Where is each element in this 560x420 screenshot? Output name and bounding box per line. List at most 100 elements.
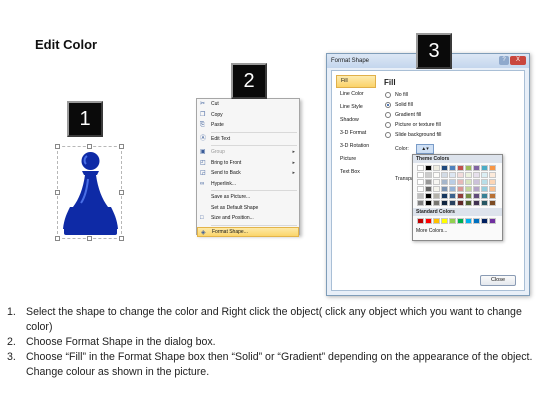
color-swatch[interactable]: [473, 218, 480, 224]
color-swatch[interactable]: [457, 165, 464, 171]
radio-slide-background-fill[interactable]: Slide background fill: [382, 130, 520, 140]
nav-item-3-d-format[interactable]: 3-D Format: [336, 127, 376, 140]
color-swatch[interactable]: [425, 172, 432, 178]
color-swatch[interactable]: [441, 172, 448, 178]
nav-item-fill[interactable]: Fill: [336, 75, 376, 88]
menu-item-edit-text[interactable]: Ⓐ Edit Text: [197, 134, 299, 145]
nav-item-line-style[interactable]: Line Style: [336, 101, 376, 114]
menu-item-send-to-back[interactable]: ◲ Send to Back ▸: [197, 168, 299, 179]
color-swatch[interactable]: [441, 165, 448, 171]
color-swatch[interactable]: [433, 193, 440, 199]
color-swatch[interactable]: [433, 179, 440, 185]
close-button[interactable]: Close: [480, 275, 516, 286]
color-swatch[interactable]: [473, 193, 480, 199]
color-swatch[interactable]: [425, 165, 432, 171]
nav-item-picture[interactable]: Picture: [336, 153, 376, 166]
radio-solid-fill[interactable]: Solid fill: [382, 100, 520, 110]
color-swatch[interactable]: [417, 193, 424, 199]
color-swatch[interactable]: [489, 186, 496, 192]
color-swatch[interactable]: [457, 218, 464, 224]
color-swatch[interactable]: [425, 193, 432, 199]
color-swatch[interactable]: [465, 186, 472, 192]
color-swatch[interactable]: [465, 193, 472, 199]
color-swatch[interactable]: [433, 186, 440, 192]
radio-icon[interactable]: [385, 132, 391, 138]
menu-item-paste[interactable]: ⎘ Paste: [197, 120, 299, 131]
color-picker-button[interactable]: ▲▾: [416, 144, 434, 154]
color-swatch[interactable]: [425, 200, 432, 206]
color-swatch[interactable]: [489, 172, 496, 178]
nav-item-line-color[interactable]: Line Color: [336, 88, 376, 101]
color-swatch[interactable]: [481, 179, 488, 185]
nav-item-shadow[interactable]: Shadow: [336, 114, 376, 127]
color-swatch[interactable]: [441, 179, 448, 185]
color-swatch[interactable]: [417, 186, 424, 192]
color-swatch[interactable]: [489, 179, 496, 185]
color-swatch[interactable]: [441, 200, 448, 206]
color-swatch[interactable]: [457, 179, 464, 185]
color-swatch[interactable]: [489, 165, 496, 171]
color-swatch[interactable]: [449, 179, 456, 185]
color-swatch[interactable]: [481, 165, 488, 171]
radio-icon[interactable]: [385, 122, 391, 128]
color-swatch[interactable]: [433, 172, 440, 178]
color-swatch[interactable]: [425, 186, 432, 192]
menu-item-bring-to-front[interactable]: ◰ Bring to Front ▸: [197, 158, 299, 169]
color-swatch[interactable]: [481, 172, 488, 178]
color-swatch[interactable]: [473, 186, 480, 192]
color-swatch[interactable]: [425, 218, 432, 224]
color-swatch[interactable]: [433, 218, 440, 224]
radio-no-fill[interactable]: No fill: [382, 90, 520, 100]
radio-picture-or-texture-fill[interactable]: Picture or texture fill: [382, 120, 520, 130]
color-swatch[interactable]: [417, 218, 424, 224]
color-swatch[interactable]: [433, 165, 440, 171]
color-swatch[interactable]: [465, 165, 472, 171]
color-swatch[interactable]: [449, 165, 456, 171]
menu-item-hyperlink[interactable]: ∞ Hyperlink...: [197, 179, 299, 190]
selected-shape[interactable]: [55, 144, 124, 241]
color-swatch[interactable]: [417, 165, 424, 171]
color-swatch[interactable]: [449, 186, 456, 192]
more-colors-link[interactable]: More Colors...: [413, 228, 502, 234]
color-swatch[interactable]: [465, 172, 472, 178]
color-swatch[interactable]: [481, 186, 488, 192]
radio-icon[interactable]: [385, 92, 391, 98]
color-swatch[interactable]: [449, 200, 456, 206]
color-swatch[interactable]: [473, 165, 480, 171]
color-swatch[interactable]: [481, 218, 488, 224]
color-swatch[interactable]: [449, 193, 456, 199]
color-swatch[interactable]: [441, 218, 448, 224]
color-swatch[interactable]: [449, 218, 456, 224]
color-swatch[interactable]: [441, 193, 448, 199]
color-swatch[interactable]: [417, 172, 424, 178]
color-swatch[interactable]: [489, 200, 496, 206]
color-swatch[interactable]: [457, 186, 464, 192]
color-swatch[interactable]: [465, 200, 472, 206]
color-swatch[interactable]: [473, 200, 480, 206]
color-swatch[interactable]: [417, 179, 424, 185]
color-swatch[interactable]: [441, 186, 448, 192]
color-swatch[interactable]: [473, 172, 480, 178]
color-swatch[interactable]: [481, 200, 488, 206]
color-swatch[interactable]: [425, 179, 432, 185]
color-swatch[interactable]: [433, 200, 440, 206]
color-swatch[interactable]: [457, 200, 464, 206]
radio-icon[interactable]: [385, 112, 391, 118]
menu-item-set-as-default-shape[interactable]: Set as Default Shape: [197, 203, 299, 214]
color-swatch[interactable]: [489, 218, 496, 224]
menu-item-cut[interactable]: ✂ Cut: [197, 99, 299, 110]
menu-item-save-as-picture[interactable]: Save as Picture...: [197, 192, 299, 203]
menu-item-format-shape[interactable]: ◈ Format Shape...: [197, 226, 299, 237]
color-swatch[interactable]: [465, 218, 472, 224]
color-swatch[interactable]: [417, 200, 424, 206]
color-swatch[interactable]: [489, 193, 496, 199]
color-swatch[interactable]: [457, 172, 464, 178]
color-swatch[interactable]: [481, 193, 488, 199]
menu-item-copy[interactable]: ❐ Copy: [197, 110, 299, 121]
color-swatch[interactable]: [473, 179, 480, 185]
nav-item-text-box[interactable]: Text Box: [336, 166, 376, 179]
close-icon[interactable]: X: [510, 56, 526, 65]
help-button[interactable]: ?: [499, 56, 509, 65]
radio-icon[interactable]: [385, 102, 391, 108]
color-swatch[interactable]: [449, 172, 456, 178]
